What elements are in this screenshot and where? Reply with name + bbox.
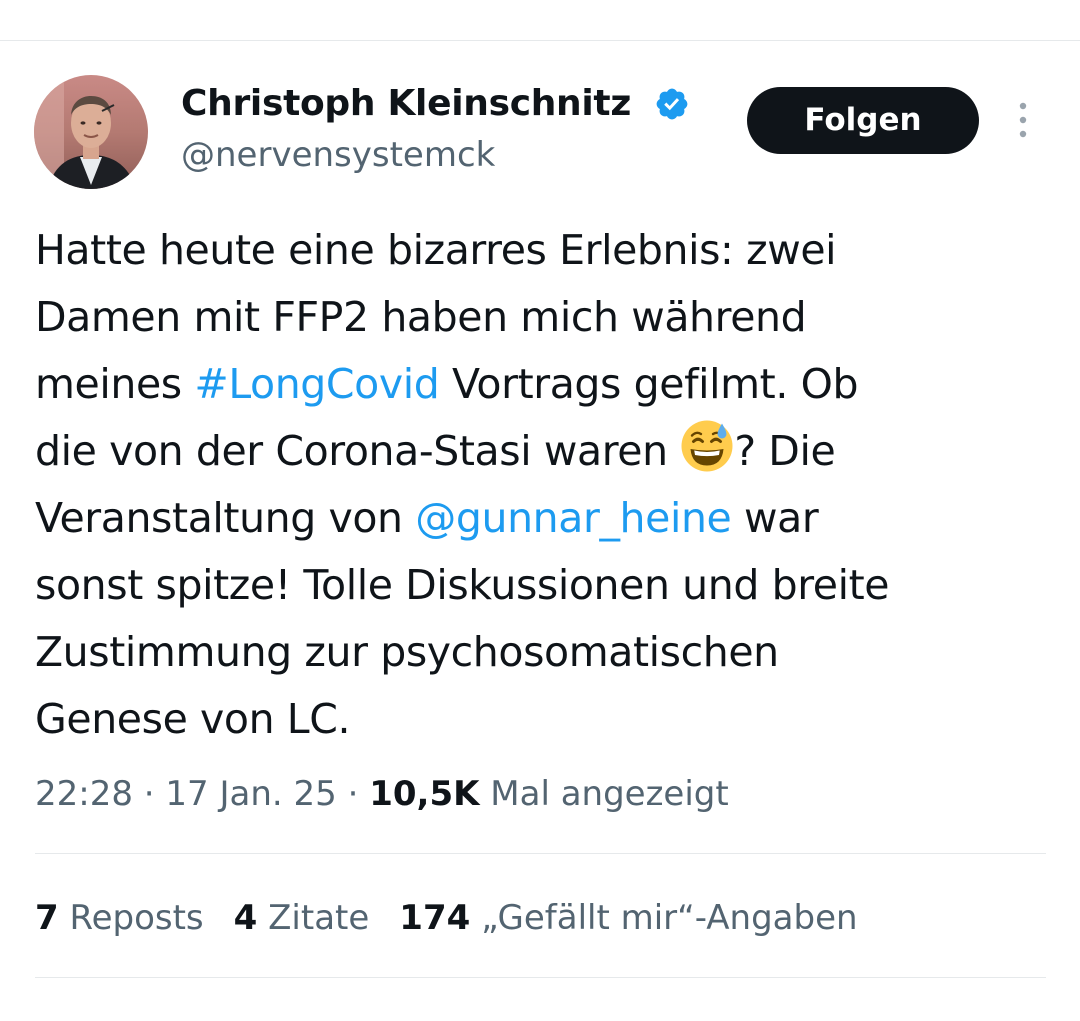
tweet-line: die von der Corona-Stasi waren ? Die: [35, 418, 1050, 485]
tweet-meta: 22:28 · 17 Jan. 25 · 10,5K Mal angezeigt: [35, 771, 729, 817]
reposts-count: 7: [35, 898, 59, 938]
meta-separator: ·: [132, 774, 166, 814]
avatar-image: [34, 75, 148, 189]
reposts-stat[interactable]: 7 Reposts: [35, 895, 204, 941]
tweet-line: meines #LongCovid Vortrags gefilmt. Ob: [35, 351, 1050, 418]
likes-label: „Gefällt mir“-Angaben: [481, 898, 858, 938]
verified-badge-icon: [656, 88, 688, 120]
tweet-text: Hatte heute eine bizarres Erlebnis: zwei…: [35, 217, 1050, 753]
quotes-stat[interactable]: 4 Zitate: [234, 895, 370, 941]
likes-stat[interactable]: 174 „Gefällt mir“-Angaben: [399, 895, 857, 941]
grinning-face-with-sweat-emoji: [681, 420, 733, 472]
tweet-text-segment: meines: [35, 360, 195, 408]
tweet-text-segment: Veranstaltung von: [35, 494, 416, 542]
view-count: 10,5K: [369, 774, 480, 814]
likes-count: 174: [399, 898, 471, 938]
hashtag-link[interactable]: #LongCovid: [194, 360, 439, 408]
reposts-label: Reposts: [69, 898, 204, 938]
tweet-line: Zustimmung zur psychosomatischen: [35, 628, 779, 676]
more-vertical-icon[interactable]: [1011, 100, 1035, 140]
tweet-line: sonst spitze! Tolle Diskussionen und bre…: [35, 561, 890, 609]
author-name[interactable]: Christoph Kleinschnitz: [181, 82, 631, 126]
avatar[interactable]: [34, 75, 148, 189]
tweet-line: Hatte heute eine bizarres Erlebnis: zwei: [35, 226, 837, 274]
tweet-line: Damen mit FFP2 haben mich während: [35, 293, 807, 341]
quotes-count: 4: [233, 898, 258, 938]
follow-button[interactable]: Folgen: [747, 87, 979, 154]
top-divider: [0, 40, 1080, 41]
engagement-stats: 7 Reposts 4 Zitate 174 „Gefällt mir“-Angab…: [35, 895, 858, 941]
tweet-text-segment: die von der Corona-Stasi waren: [35, 427, 681, 475]
author-handle[interactable]: @nervensystemck: [181, 134, 495, 176]
mention-link[interactable]: @gunnar_heine: [415, 494, 731, 542]
tweet-text-segment: Vortrags gefilmt. Ob: [439, 360, 859, 408]
divider: [35, 977, 1046, 978]
tweet-date[interactable]: 17 Jan. 25: [165, 774, 336, 814]
tweet-line: Veranstaltung von @gunnar_heine war: [35, 485, 1050, 552]
tweet-time[interactable]: 22:28: [35, 774, 133, 814]
view-count-label: Mal angezeigt: [490, 774, 729, 814]
tweet-line: Genese von LC.: [35, 695, 351, 743]
divider: [35, 853, 1046, 854]
tweet-text-segment: ? Die: [734, 427, 836, 475]
quotes-label: Zitate: [268, 898, 370, 938]
meta-separator: ·: [336, 774, 370, 814]
tweet-text-segment: war: [731, 494, 819, 542]
